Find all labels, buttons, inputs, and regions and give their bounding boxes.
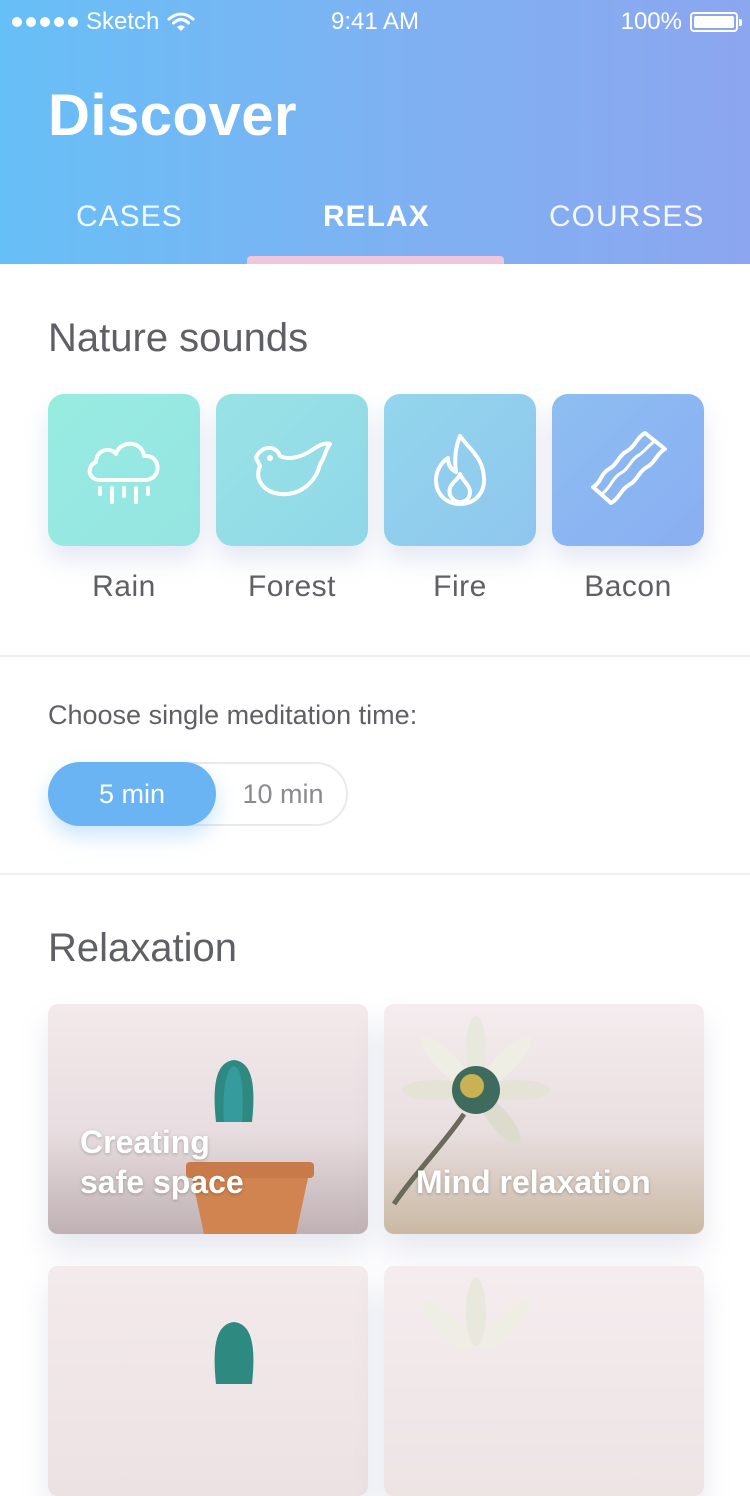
tab-bar: CASES RELAX COURSES <box>0 192 750 264</box>
status-bar: Sketch 9:41 AM 100% <box>0 0 750 44</box>
sound-fire-tile[interactable] <box>384 394 536 546</box>
sound-forest-tile[interactable] <box>216 394 368 546</box>
sound-fire-label: Fire <box>433 570 487 603</box>
relaxation-card[interactable] <box>384 1266 704 1496</box>
relaxation-card[interactable] <box>48 1266 368 1496</box>
card-title: Creating safe space <box>80 1124 244 1200</box>
page-title: Discover <box>48 83 298 148</box>
sound-forest-label: Forest <box>247 570 337 603</box>
rain-cloud-icon <box>87 441 160 504</box>
sound-rain[interactable]: Rain <box>48 394 200 603</box>
sound-bacon-label: Bacon <box>584 570 672 603</box>
tab-cases[interactable]: CASES <box>76 200 183 234</box>
active-tab-indicator <box>247 256 504 264</box>
meditation-time-prompt: Choose single meditation time: <box>48 700 418 730</box>
sound-rain-label: Rain <box>92 570 156 603</box>
option-5-min[interactable]: 5 min <box>48 762 216 826</box>
card-title: Mind relaxation <box>416 1164 651 1200</box>
tab-relax[interactable]: RELAX <box>323 200 430 234</box>
option-10-min[interactable]: 10 min <box>216 762 350 826</box>
nature-sounds-title: Nature sounds <box>48 316 309 360</box>
section-divider <box>0 873 750 875</box>
relaxation-card[interactable]: Mind relaxation <box>384 1004 704 1234</box>
daisy-photo <box>420 1278 532 1350</box>
battery-percent: 100% <box>620 8 682 35</box>
relaxation-card[interactable]: Creating safe space <box>48 1004 368 1234</box>
relaxation-title: Relaxation <box>48 926 238 970</box>
section-divider <box>0 655 750 657</box>
cactus-photo <box>214 1322 254 1384</box>
bacon-icon <box>591 431 667 505</box>
sound-fire[interactable]: Fire <box>384 394 536 603</box>
bird-icon <box>254 441 332 497</box>
sound-forest[interactable]: Forest <box>216 394 368 603</box>
tab-courses[interactable]: COURSES <box>549 200 704 234</box>
meditation-time-toggle: 10 min 5 min <box>48 762 348 826</box>
sound-bacon-tile[interactable] <box>552 394 704 546</box>
sound-bacon[interactable]: Bacon <box>552 394 704 603</box>
status-right: 100% <box>620 8 742 36</box>
header: Sketch 9:41 AM 100% Discover CASES RELAX… <box>0 0 750 264</box>
sound-rain-tile[interactable] <box>48 394 200 546</box>
battery-icon <box>690 12 742 32</box>
flame-icon <box>434 434 486 506</box>
